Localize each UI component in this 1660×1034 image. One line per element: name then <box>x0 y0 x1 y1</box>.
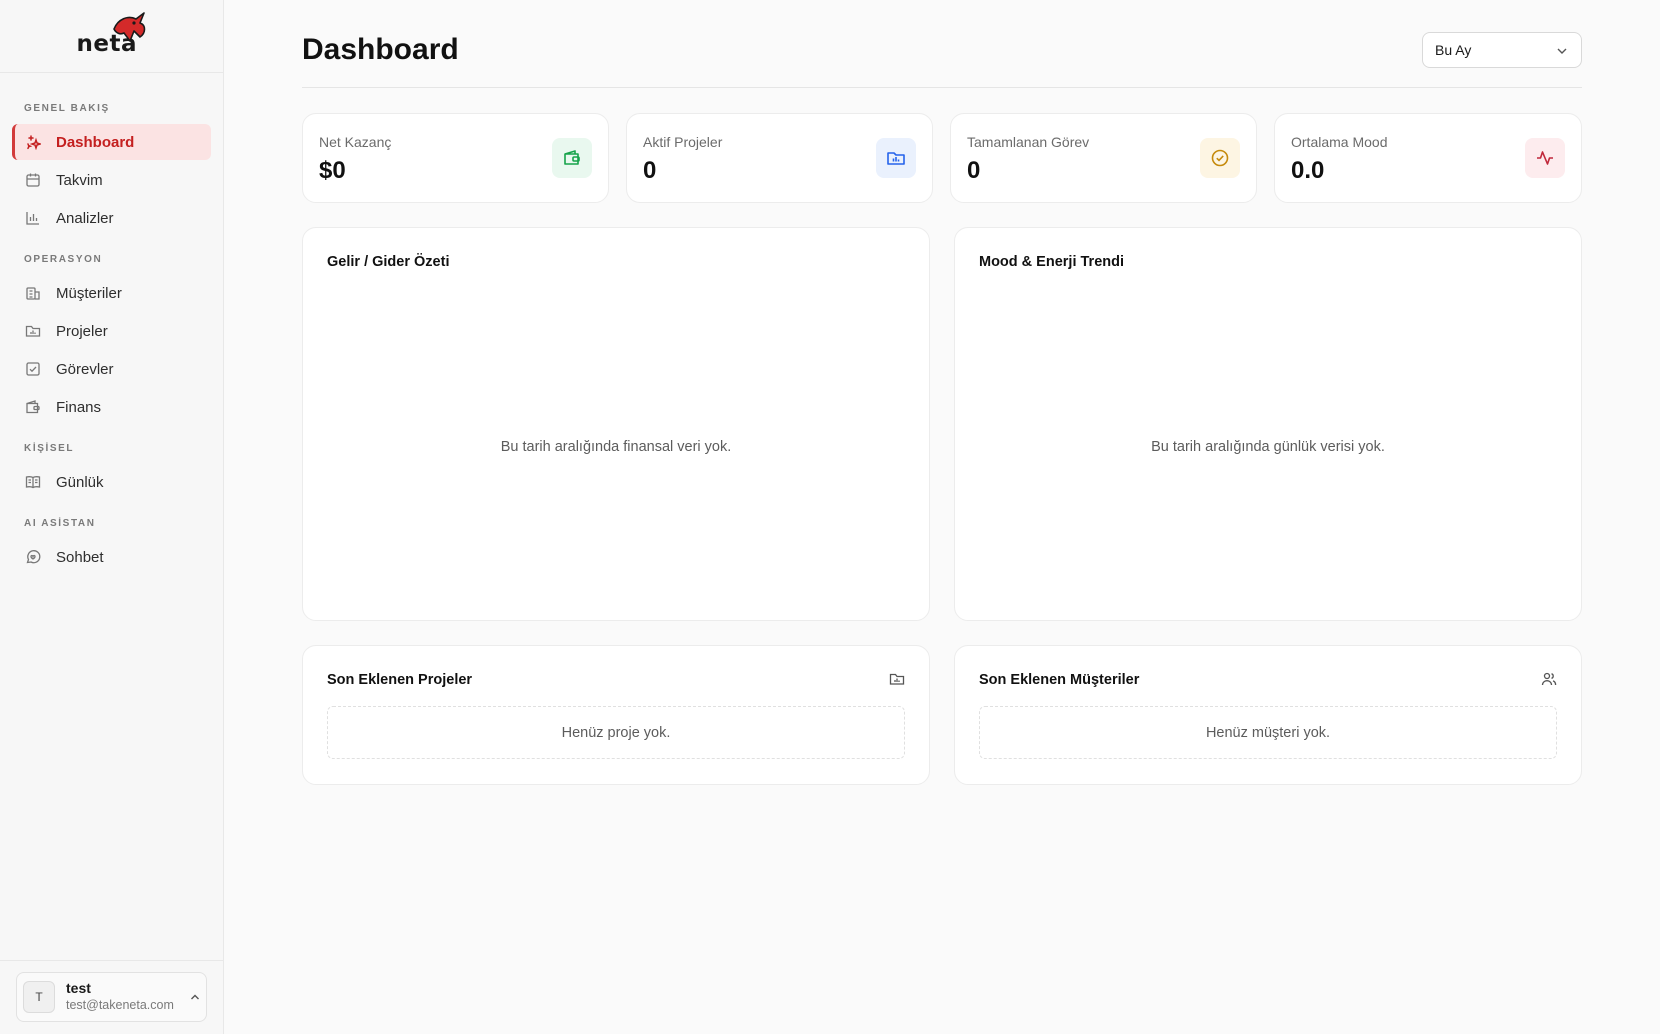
sparkle-icon <box>25 134 41 150</box>
stat-label: Tamamlanan Görev <box>967 134 1090 150</box>
period-select-value: Bu Ay <box>1435 42 1472 58</box>
recent-projects-panel: Son Eklenen Projeler Henüz proje yok. <box>302 645 930 785</box>
stat-value: 0 <box>643 157 657 184</box>
logo-area: neta <box>0 0 223 73</box>
sidebar: neta GENEL BAKIŞ Dashboard Takvim Analiz… <box>0 0 224 1034</box>
panel-title: Son Eklenen Müşteriler <box>979 672 1140 688</box>
mood-energy-panel: Mood & Enerji Trendi Bu tarih aralığında… <box>954 227 1582 621</box>
folder-icon <box>25 323 41 339</box>
header-divider <box>302 87 1582 88</box>
section-label-overview: GENEL BAKIŞ <box>24 103 110 114</box>
stat-card-completed-tasks: Tamamlanan Görev 0 <box>950 113 1257 203</box>
user-info: test test@takeneta.com <box>66 980 174 1014</box>
user-name: test <box>66 980 91 996</box>
wallet-icon <box>552 138 592 178</box>
sidebar-item-chat[interactable]: Sohbet <box>12 539 211 575</box>
stat-card-net-earnings: Net Kazanç $0 <box>302 113 609 203</box>
stat-value: 0 <box>967 157 981 184</box>
sidebar-item-analytics[interactable]: Analizler <box>12 200 211 236</box>
sidebar-item-finance[interactable]: Finans <box>12 389 211 425</box>
income-expense-panel: Gelir / Gider Özeti Bu tarih aralığında … <box>302 227 930 621</box>
page-title: Dashboard <box>302 33 459 66</box>
period-select[interactable]: Bu Ay <box>1422 32 1582 68</box>
bird-logo-icon <box>112 12 145 42</box>
user-menu[interactable]: T test test@takeneta.com <box>16 972 207 1022</box>
stat-card-active-projects: Aktif Projeler 0 <box>626 113 933 203</box>
panel-title: Mood & Enerji Trendi <box>979 254 1125 270</box>
activity-icon <box>1525 138 1565 178</box>
folder-chart-icon <box>876 138 916 178</box>
check-circle-icon <box>1200 138 1240 178</box>
sidebar-item-label: Analizler <box>56 209 114 227</box>
section-label-operations: OPERASYON <box>24 254 103 265</box>
sidebar-item-label: Sohbet <box>56 548 104 566</box>
brand-logo[interactable]: neta <box>72 11 152 61</box>
sidebar-item-label: Müşteriler <box>56 284 122 302</box>
sidebar-item-label: Dashboard <box>56 133 135 151</box>
sidebar-item-label: Günlük <box>56 473 104 491</box>
sidebar-item-label: Görevler <box>56 360 114 378</box>
chevron-down-icon <box>1557 48 1567 54</box>
panel-title: Son Eklenen Projeler <box>327 672 473 688</box>
stat-value: $0 <box>319 157 346 184</box>
empty-state-text: Bu tarih aralığında finansal veri yok. <box>500 439 732 455</box>
users-icon[interactable] <box>1541 671 1557 687</box>
user-email: test@takeneta.com <box>66 998 174 1012</box>
empty-projects-box: Henüz proje yok. <box>327 706 905 759</box>
folder-icon[interactable] <box>889 671 905 687</box>
stat-label: Ortalama Mood <box>1291 134 1388 150</box>
sidebar-item-label: Projeler <box>56 322 108 340</box>
check-square-icon <box>25 361 41 377</box>
building-icon <box>25 285 41 301</box>
panel-title: Gelir / Gider Özeti <box>327 254 450 270</box>
stat-card-average-mood: Ortalama Mood 0.0 <box>1274 113 1582 203</box>
sidebar-item-journal[interactable]: Günlük <box>12 464 211 500</box>
sidebar-item-tasks[interactable]: Görevler <box>12 351 211 387</box>
stat-value: 0.0 <box>1291 157 1325 184</box>
sidebar-item-projects[interactable]: Projeler <box>12 313 211 349</box>
sidebar-item-label: Takvim <box>56 171 103 189</box>
sidebar-divider <box>0 960 224 961</box>
chat-icon <box>25 549 41 565</box>
bar-chart-icon <box>25 210 41 226</box>
avatar: T <box>23 981 55 1013</box>
sidebar-item-dashboard[interactable]: Dashboard <box>12 124 211 160</box>
empty-state-text: Bu tarih aralığında günlük verisi yok. <box>1151 439 1385 455</box>
empty-clients-box: Henüz müşteri yok. <box>979 706 1557 759</box>
book-icon <box>25 474 41 490</box>
stat-label: Net Kazanç <box>319 134 392 150</box>
sidebar-item-calendar[interactable]: Takvim <box>12 162 211 198</box>
wallet-icon <box>25 399 41 415</box>
sidebar-item-label: Finans <box>56 398 102 416</box>
recent-clients-panel: Son Eklenen Müşteriler Henüz müşteri yok… <box>954 645 1582 785</box>
section-label-personal: KİŞİSEL <box>24 443 75 454</box>
chevron-up-icon <box>191 994 199 1000</box>
section-label-ai-assistant: AI ASİSTAN <box>24 518 96 529</box>
sidebar-item-clients[interactable]: Müşteriler <box>12 275 211 311</box>
stat-label: Aktif Projeler <box>643 134 723 150</box>
calendar-icon <box>25 172 41 188</box>
